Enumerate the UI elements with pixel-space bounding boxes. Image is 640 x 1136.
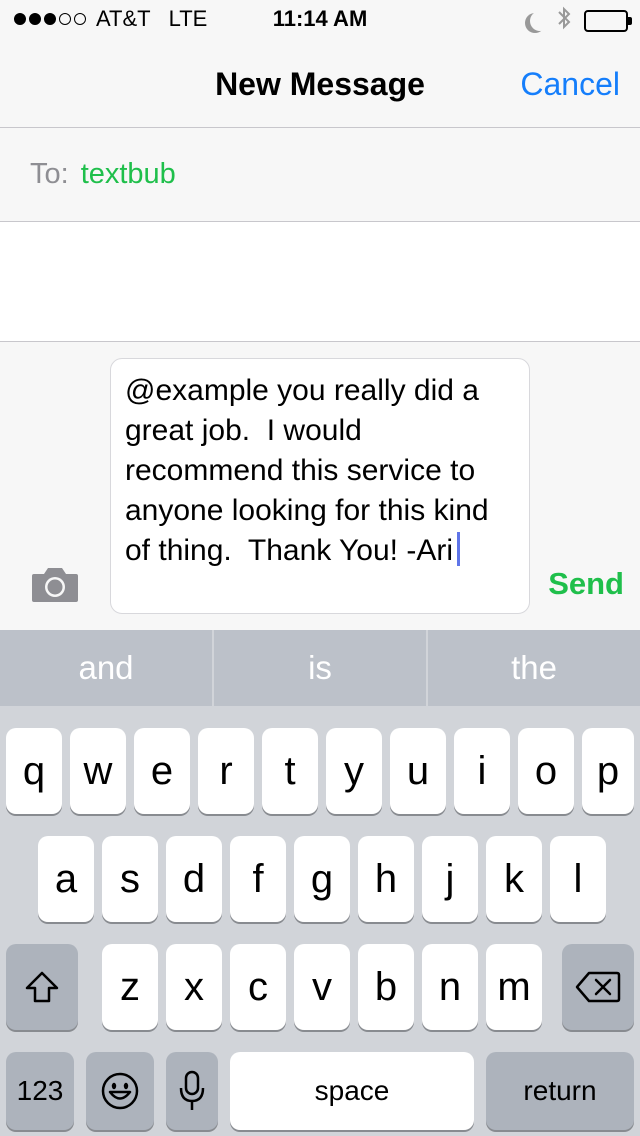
recipient-field[interactable]: To: textbub: [0, 128, 640, 222]
dictation-key[interactable]: [166, 1052, 218, 1130]
emoji-icon: [101, 1072, 139, 1110]
delete-key[interactable]: [562, 944, 634, 1030]
suggestion-1[interactable]: and: [0, 630, 212, 706]
key-a[interactable]: a: [38, 836, 94, 922]
microphone-icon: [179, 1070, 205, 1110]
status-bar: AT&T LTE 11:14 AM: [0, 0, 640, 40]
numbers-key[interactable]: 123: [6, 1052, 74, 1130]
suggestion-2[interactable]: is: [212, 630, 426, 706]
navigation-bar: New Message Cancel: [0, 40, 640, 128]
camera-icon[interactable]: [30, 566, 80, 604]
key-b[interactable]: b: [358, 944, 414, 1030]
to-label: To:: [30, 158, 69, 190]
suggestion-3[interactable]: the: [426, 630, 640, 706]
key-w[interactable]: w: [70, 728, 126, 814]
key-q[interactable]: q: [6, 728, 62, 814]
recipient-token[interactable]: textbub: [81, 158, 176, 191]
shift-key[interactable]: [6, 944, 78, 1030]
key-d[interactable]: d: [166, 836, 222, 922]
key-v[interactable]: v: [294, 944, 350, 1030]
predictive-bar: and is the: [0, 630, 640, 706]
space-key[interactable]: space: [230, 1052, 474, 1130]
battery-icon: [584, 10, 632, 32]
bluetooth-icon: [556, 6, 572, 36]
cancel-button[interactable]: Cancel: [520, 66, 620, 103]
key-l[interactable]: l: [550, 836, 606, 922]
key-m[interactable]: m: [486, 944, 542, 1030]
key-p[interactable]: p: [582, 728, 634, 814]
shift-icon: [25, 971, 59, 1003]
key-t[interactable]: t: [262, 728, 318, 814]
compose-bar: @example you really did a great job. I w…: [0, 342, 640, 630]
key-j[interactable]: j: [422, 836, 478, 922]
emoji-key[interactable]: [86, 1052, 154, 1130]
delete-icon: [575, 971, 621, 1003]
key-u[interactable]: u: [390, 728, 446, 814]
key-g[interactable]: g: [294, 836, 350, 922]
key-f[interactable]: f: [230, 836, 286, 922]
key-y[interactable]: y: [326, 728, 382, 814]
status-right: [524, 6, 632, 36]
key-s[interactable]: s: [102, 836, 158, 922]
key-c[interactable]: c: [230, 944, 286, 1030]
key-h[interactable]: h: [358, 836, 414, 922]
return-key[interactable]: return: [486, 1052, 634, 1130]
key-z[interactable]: z: [102, 944, 158, 1030]
key-i[interactable]: i: [454, 728, 510, 814]
key-o[interactable]: o: [518, 728, 574, 814]
message-text: @example you really did a great job. I w…: [125, 374, 497, 567]
key-n[interactable]: n: [422, 944, 478, 1030]
do-not-disturb-moon-icon: [530, 11, 550, 31]
key-e[interactable]: e: [134, 728, 190, 814]
message-input[interactable]: @example you really did a great job. I w…: [110, 358, 530, 614]
key-r[interactable]: r: [198, 728, 254, 814]
keyboard: and is the q w e r t y u i o p a s d f g…: [0, 630, 640, 1136]
key-k[interactable]: k: [486, 836, 542, 922]
message-thread-area: [0, 222, 640, 342]
key-x[interactable]: x: [166, 944, 222, 1030]
text-caret: [457, 532, 460, 566]
send-button[interactable]: Send: [548, 566, 624, 602]
